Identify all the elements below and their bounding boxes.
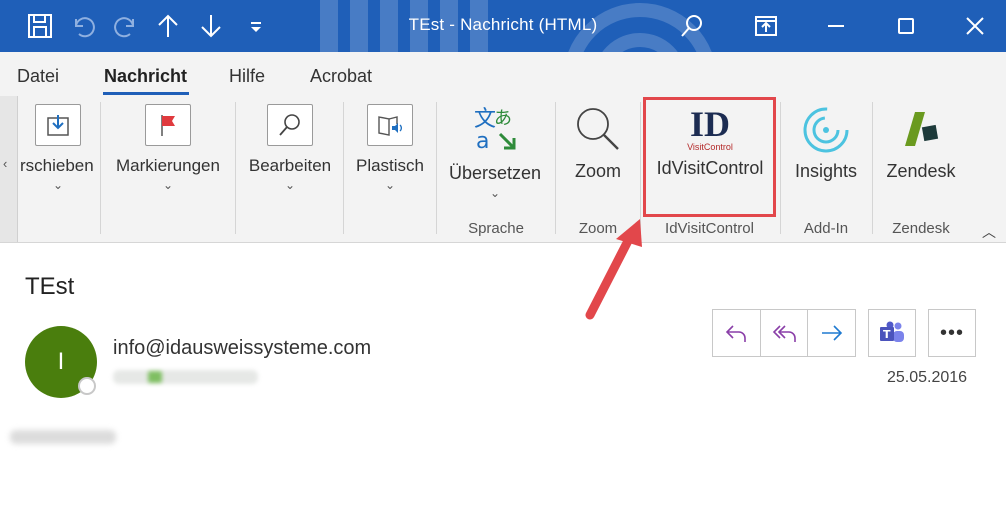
ellipsis-icon: ••• (939, 321, 964, 344)
zendesk-icon (905, 112, 939, 146)
reply-actions (712, 309, 856, 357)
svg-text:T: T (883, 328, 891, 341)
translate-icon: 文 あ a (474, 107, 516, 154)
flag-icon (145, 104, 191, 146)
ribbon-separator (436, 102, 437, 234)
group-label-addin: Add-In (803, 220, 849, 237)
active-tab-indicator (103, 92, 189, 95)
verschieben-button[interactable]: rschieben ⌄ (18, 104, 98, 192)
plastisch-button[interactable]: Plastisch ⌄ (350, 104, 430, 192)
reply-all-icon (772, 325, 796, 342)
ribbon-separator (780, 102, 781, 234)
body-text-redacted (10, 430, 116, 444)
insights-label: Insights (794, 161, 858, 181)
menu-datei[interactable]: Datei (17, 66, 59, 87)
verschieben-label: rschieben (20, 156, 94, 175)
menu-nachricht[interactable]: Nachricht (104, 66, 187, 87)
markierungen-button[interactable]: Markierungen ⌄ (108, 104, 228, 192)
message-date: 25.05.2016 (887, 369, 968, 386)
maximize-icon[interactable] (890, 10, 922, 42)
more-options-button[interactable]: ••• (928, 309, 976, 357)
group-label-zendesk: Zendesk (892, 220, 950, 237)
close-icon[interactable] (959, 10, 991, 42)
move-icon (35, 104, 81, 146)
ribbon-separator (555, 102, 556, 234)
zoom-label: Zoom (574, 161, 621, 181)
collapse-ribbon-icon[interactable]: ︿ (982, 222, 996, 242)
ribbon-separator (343, 102, 344, 234)
svg-text:あ: あ (494, 108, 512, 129)
teams-icon: T (880, 321, 904, 342)
reply-icon (726, 325, 747, 342)
uebersetzen-label: Übersetzen (448, 163, 542, 183)
group-label-idvisitcontrol: IdVisitControl (665, 220, 754, 237)
chevron-left-icon: ‹ (3, 156, 8, 171)
ribbon-separator (100, 102, 101, 234)
uebersetzen-button[interactable]: 文 あ a Übersetzen ⌄ (443, 104, 547, 200)
search-icon[interactable] (676, 10, 708, 42)
recipient-redacted (113, 370, 258, 384)
chevron-down-icon: ⌄ (284, 178, 296, 192)
chevron-down-icon: ⌄ (52, 178, 64, 192)
reply-button[interactable] (713, 310, 761, 356)
title-bar: TEst - Nachricht (HTML) (0, 0, 1006, 52)
insights-button[interactable]: Insights (786, 104, 866, 182)
popout-icon[interactable] (750, 10, 782, 42)
insights-icon (803, 107, 849, 153)
annotation-arrow-icon (585, 219, 642, 320)
forward-button[interactable] (808, 310, 855, 356)
immersive-reader-icon (367, 104, 413, 146)
svg-text:a: a (476, 129, 489, 152)
presence-status-icon (78, 377, 96, 395)
minimize-icon[interactable] (820, 10, 852, 42)
reply-all-button[interactable] (761, 310, 809, 356)
forward-icon (821, 325, 842, 341)
menu-bar: Datei Nachricht Hilfe Acrobat (0, 52, 1006, 96)
chevron-down-icon: ⌄ (162, 178, 174, 192)
search-icon (267, 104, 313, 146)
menu-acrobat[interactable]: Acrobat (310, 66, 372, 87)
message-subject: TEst (25, 273, 75, 300)
plastisch-label: Plastisch (355, 156, 425, 175)
sender-address[interactable]: info@idausweissysteme.com (113, 337, 371, 360)
highlight-box (643, 97, 776, 217)
bearbeiten-label: Bearbeiten (248, 156, 332, 175)
teams-button[interactable]: T (868, 309, 916, 357)
menu-hilfe[interactable]: Hilfe (229, 66, 265, 87)
zendesk-button[interactable]: Zendesk (880, 104, 962, 182)
bearbeiten-button[interactable]: Bearbeiten ⌄ (243, 104, 337, 192)
zendesk-label: Zendesk (886, 161, 956, 181)
markierungen-label: Markierungen (116, 156, 220, 175)
ribbon-separator (235, 102, 236, 234)
ribbon-scroll-left[interactable]: ‹ (0, 96, 18, 242)
chevron-down-icon: ⌄ (489, 186, 501, 200)
zoom-button[interactable]: Zoom (562, 104, 634, 182)
group-label-sprache: Sprache (468, 220, 524, 237)
zoom-icon (577, 108, 619, 150)
window-title: TEst - Nachricht (HTML) (408, 15, 598, 34)
ribbon-separator (872, 102, 873, 234)
chevron-down-icon: ⌄ (384, 178, 396, 192)
